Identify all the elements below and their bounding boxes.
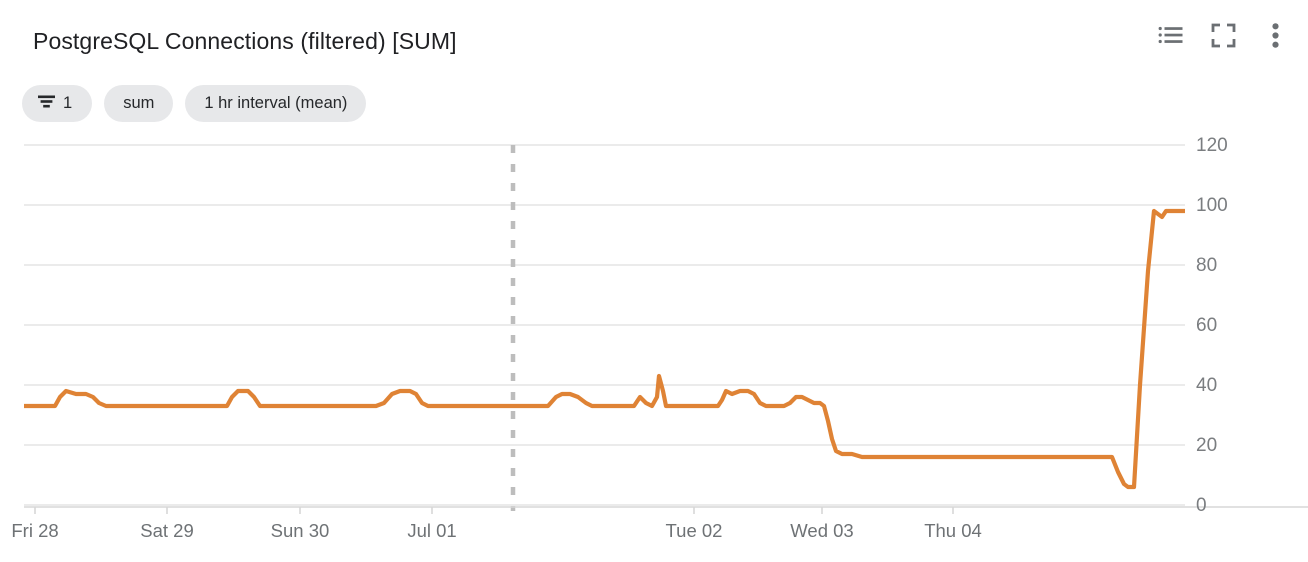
x-axis-ticks <box>34 507 954 514</box>
fullscreen-icon[interactable] <box>1208 20 1238 50</box>
interval-chip-label: 1 hr interval (mean) <box>204 94 348 112</box>
x-axis-tick-label: Thu 04 <box>924 520 982 541</box>
y-axis-tick-label: 40 <box>1196 374 1218 396</box>
aggregation-chip[interactable]: sum <box>104 85 174 122</box>
panel-header: PostgreSQL Connections (filtered) [SUM] <box>0 0 1308 74</box>
filter-chip[interactable]: 1 <box>22 85 93 122</box>
filter-icon <box>37 94 56 114</box>
chart-panel: PostgreSQL Connections (filtered) [SUM] <box>0 0 1308 562</box>
y-axis-tick-label: 60 <box>1196 314 1218 336</box>
y-axis-tick-label: 100 <box>1196 194 1228 216</box>
x-axis-tick-label: Wed 03 <box>790 520 854 541</box>
more-options-icon[interactable] <box>1260 20 1290 50</box>
chip-row: 1 sum 1 hr interval (mean) <box>22 85 367 122</box>
x-axis-tick-label: Jul 01 <box>407 520 457 541</box>
legend-list-icon[interactable] <box>1156 20 1186 50</box>
interval-chip[interactable]: 1 hr interval (mean) <box>185 85 367 122</box>
filter-chip-label: 1 <box>63 94 73 112</box>
x-axis-tick-label: Tue 02 <box>665 520 723 541</box>
y-axis-tick-label: 0 <box>1196 494 1207 516</box>
series-path <box>24 208 1185 490</box>
x-axis-tick-label: Fri 28 <box>11 520 59 541</box>
x-axis-tick-label: Sat 29 <box>140 520 194 541</box>
gridlines <box>24 144 1185 506</box>
y-axis-tick-label: 80 <box>1196 254 1218 276</box>
aggregation-chip-label: sum <box>123 94 155 112</box>
y-axis-tick-label: 20 <box>1196 434 1218 456</box>
page-title: PostgreSQL Connections (filtered) [SUM] <box>33 28 457 54</box>
y-axis-tick-label: 120 <box>1196 134 1228 156</box>
header-actions <box>1156 20 1290 50</box>
x-axis-tick-label: Sun 30 <box>270 520 330 541</box>
series-line <box>24 208 1185 490</box>
